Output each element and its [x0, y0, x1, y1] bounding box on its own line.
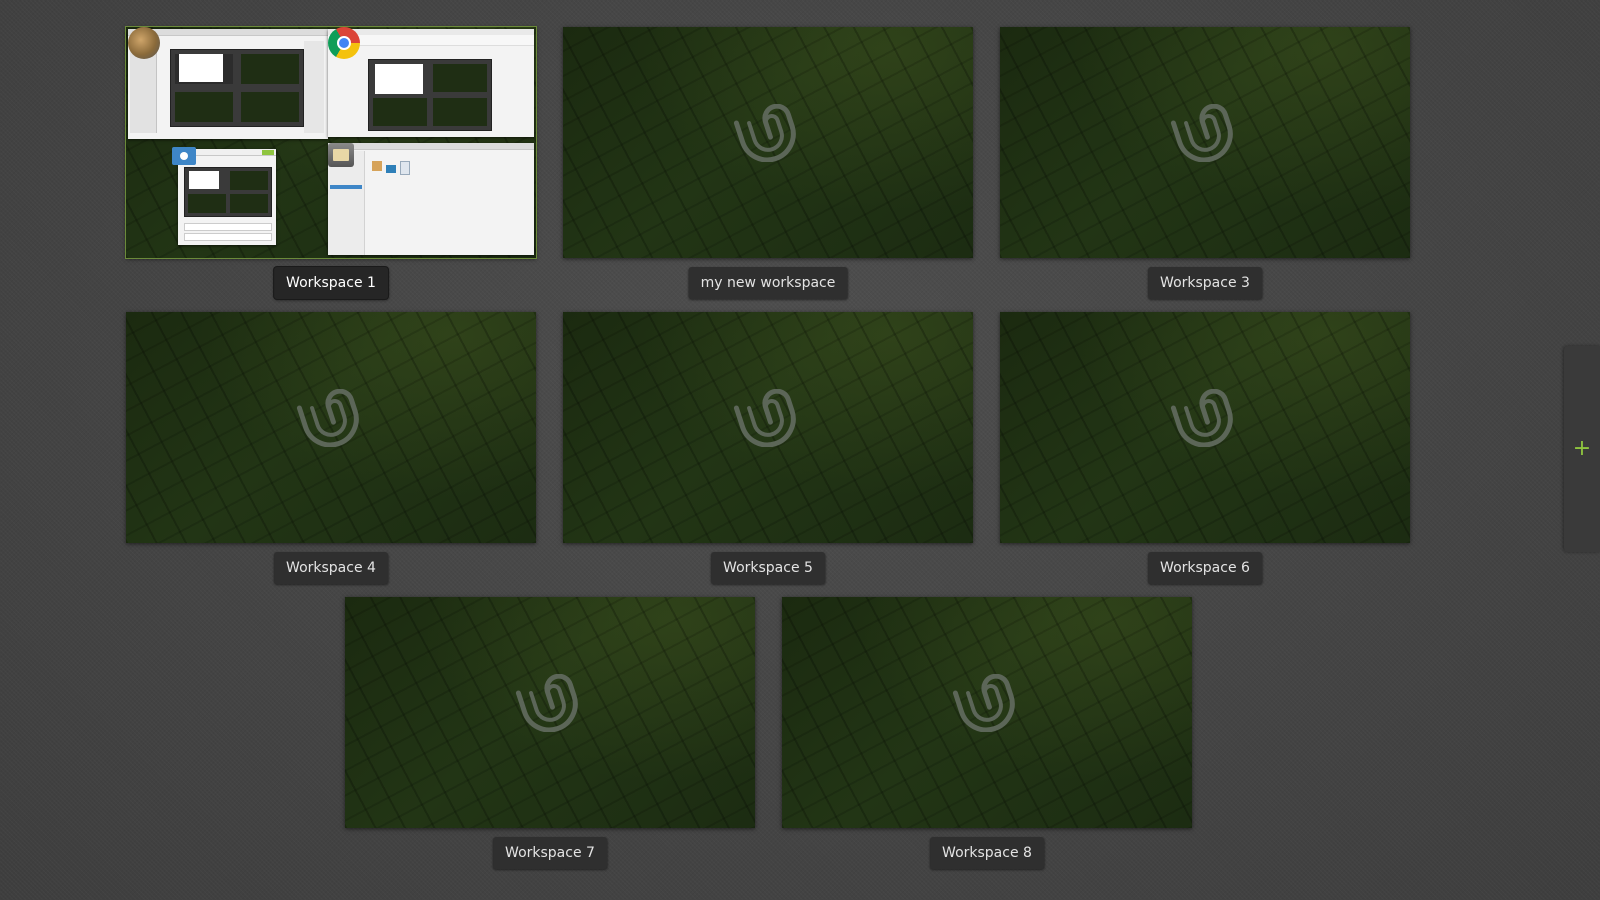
- linux-mint-logo-icon: [515, 674, 583, 732]
- gimp-icon: [128, 27, 160, 59]
- linux-mint-logo-icon: [1170, 389, 1238, 447]
- workspace-4-thumbnail[interactable]: [126, 312, 536, 543]
- linux-mint-logo-icon: [1170, 104, 1238, 162]
- camera-icon: [172, 147, 196, 165]
- workspace-label[interactable]: Workspace 8: [930, 837, 1044, 869]
- linux-mint-logo-icon: [952, 674, 1020, 732]
- file-manager-window[interactable]: [328, 143, 534, 255]
- plus-icon: +: [1572, 436, 1592, 461]
- workspace-label[interactable]: Workspace 7: [493, 837, 607, 869]
- workspace-label[interactable]: my new workspace: [688, 267, 848, 299]
- workspace-label[interactable]: Workspace 5: [711, 552, 825, 584]
- chrome-icon: [328, 27, 360, 59]
- workspace-6[interactable]: Workspace 6: [1000, 312, 1410, 584]
- workspace-label[interactable]: Workspace 4: [274, 552, 388, 584]
- workspace-7-thumbnail[interactable]: [345, 597, 755, 828]
- workspace-5-thumbnail[interactable]: [563, 312, 973, 543]
- workspace-label[interactable]: Workspace 3: [1148, 267, 1262, 299]
- workspace-7[interactable]: Workspace 7: [345, 597, 755, 869]
- workspace-6-thumbnail[interactable]: [1000, 312, 1410, 543]
- file-manager-icon: [328, 143, 354, 167]
- workspace-label[interactable]: Workspace 6: [1148, 552, 1262, 584]
- workspace-5[interactable]: Workspace 5: [563, 312, 973, 584]
- add-workspace-button[interactable]: +: [1564, 346, 1600, 552]
- workspace-1[interactable]: Workspace 1: [126, 27, 536, 299]
- workspace-1-thumbnail[interactable]: [126, 27, 536, 258]
- linux-mint-logo-icon: [733, 104, 801, 162]
- workspace-4[interactable]: Workspace 4: [126, 312, 536, 584]
- workspace-3-thumbnail[interactable]: [1000, 27, 1410, 258]
- linux-mint-logo-icon: [733, 389, 801, 447]
- workspace-8[interactable]: Workspace 8: [782, 597, 1192, 869]
- linux-mint-logo-icon: [296, 389, 364, 447]
- workspace-3[interactable]: Workspace 3: [1000, 27, 1410, 299]
- workspace-label[interactable]: Workspace 1: [274, 267, 388, 299]
- workspace-2[interactable]: my new workspace: [563, 27, 973, 299]
- workspace-8-thumbnail[interactable]: [782, 597, 1192, 828]
- workspace-2-thumbnail[interactable]: [563, 27, 973, 258]
